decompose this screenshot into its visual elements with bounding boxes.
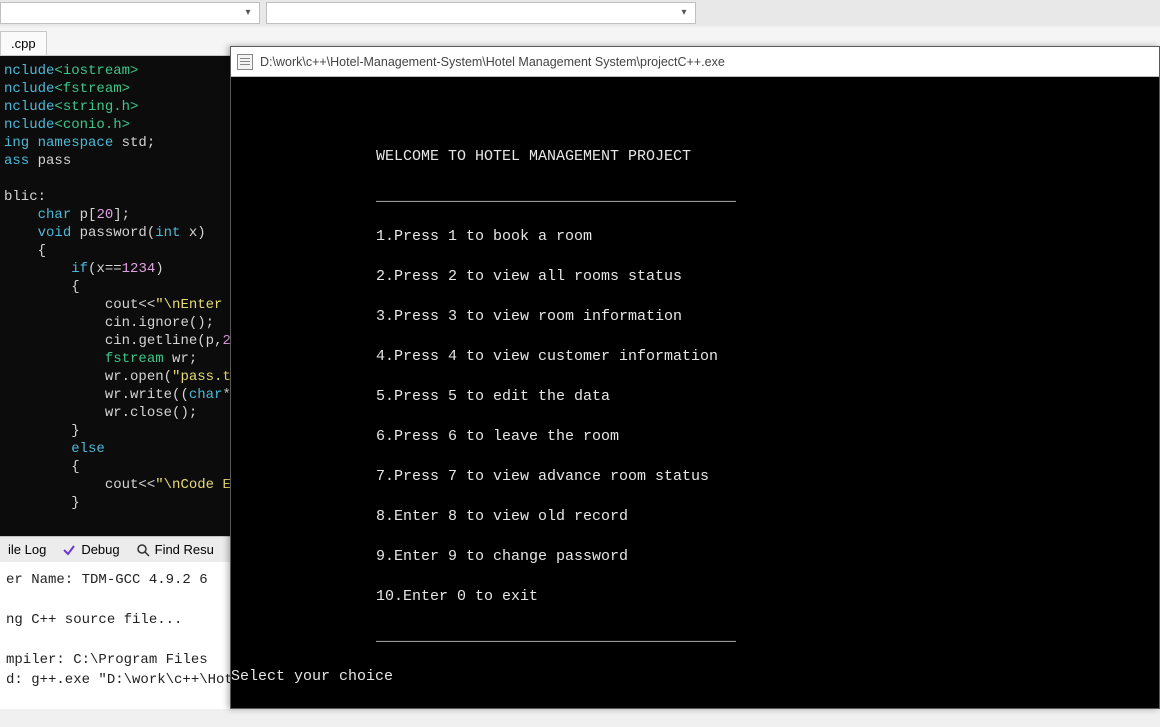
separator-line: ________________________________________ xyxy=(376,187,1159,207)
console-window: D:\work\c++\Hotel-Management-System\Hote… xyxy=(230,46,1160,709)
menu-item: 4.Press 4 to view customer information xyxy=(376,347,1159,367)
tab-find-results[interactable]: Find Resu xyxy=(128,538,222,562)
tab-compile-log[interactable]: ile Log xyxy=(0,538,54,562)
tab-debug[interactable]: Debug xyxy=(54,538,127,562)
menu-item: 3.Press 3 to view room information xyxy=(376,307,1159,327)
toolbar-row: ▾ ▾ xyxy=(0,0,1160,26)
code-editor[interactable]: nclude<iostream> nclude<fstream> nclude<… xyxy=(0,56,230,536)
separator-line: ________________________________________ xyxy=(376,627,1159,647)
console-titlebar[interactable]: D:\work\c++\Hotel-Management-System\Hote… xyxy=(231,47,1159,77)
console-output[interactable]: WELCOME TO HOTEL MANAGEMENT PROJECT ____… xyxy=(231,77,1159,727)
menu-item: 2.Press 2 to view all rooms status xyxy=(376,267,1159,287)
console-prompt: Select your choice xyxy=(231,668,393,685)
menu-item: 6.Press 6 to leave the room xyxy=(376,427,1159,447)
menu-item: 1.Press 1 to book a room xyxy=(376,227,1159,247)
console-title: D:\work\c++\Hotel-Management-System\Hote… xyxy=(260,55,725,69)
menu-item: 9.Enter 9 to change password xyxy=(376,547,1159,567)
menu-item: 5.Press 5 to edit the data xyxy=(376,387,1159,407)
search-icon xyxy=(136,543,150,557)
toolbar-combo-2[interactable]: ▾ xyxy=(266,2,696,24)
menu-item: 10.Enter 0 to exit xyxy=(376,587,1159,607)
chevron-down-icon: ▾ xyxy=(677,6,691,20)
console-header: WELCOME TO HOTEL MANAGEMENT PROJECT xyxy=(376,147,1159,167)
chevron-down-icon: ▾ xyxy=(241,6,255,20)
menu-item: 8.Enter 8 to view old record xyxy=(376,507,1159,527)
check-icon xyxy=(62,543,76,557)
tab-cpp-file[interactable]: .cpp xyxy=(0,31,47,55)
console-app-icon xyxy=(237,54,253,70)
toolbar-combo-1[interactable]: ▾ xyxy=(0,2,260,24)
menu-item: 7.Press 7 to view advance room status xyxy=(376,467,1159,487)
tab-label: .cpp xyxy=(11,36,36,51)
